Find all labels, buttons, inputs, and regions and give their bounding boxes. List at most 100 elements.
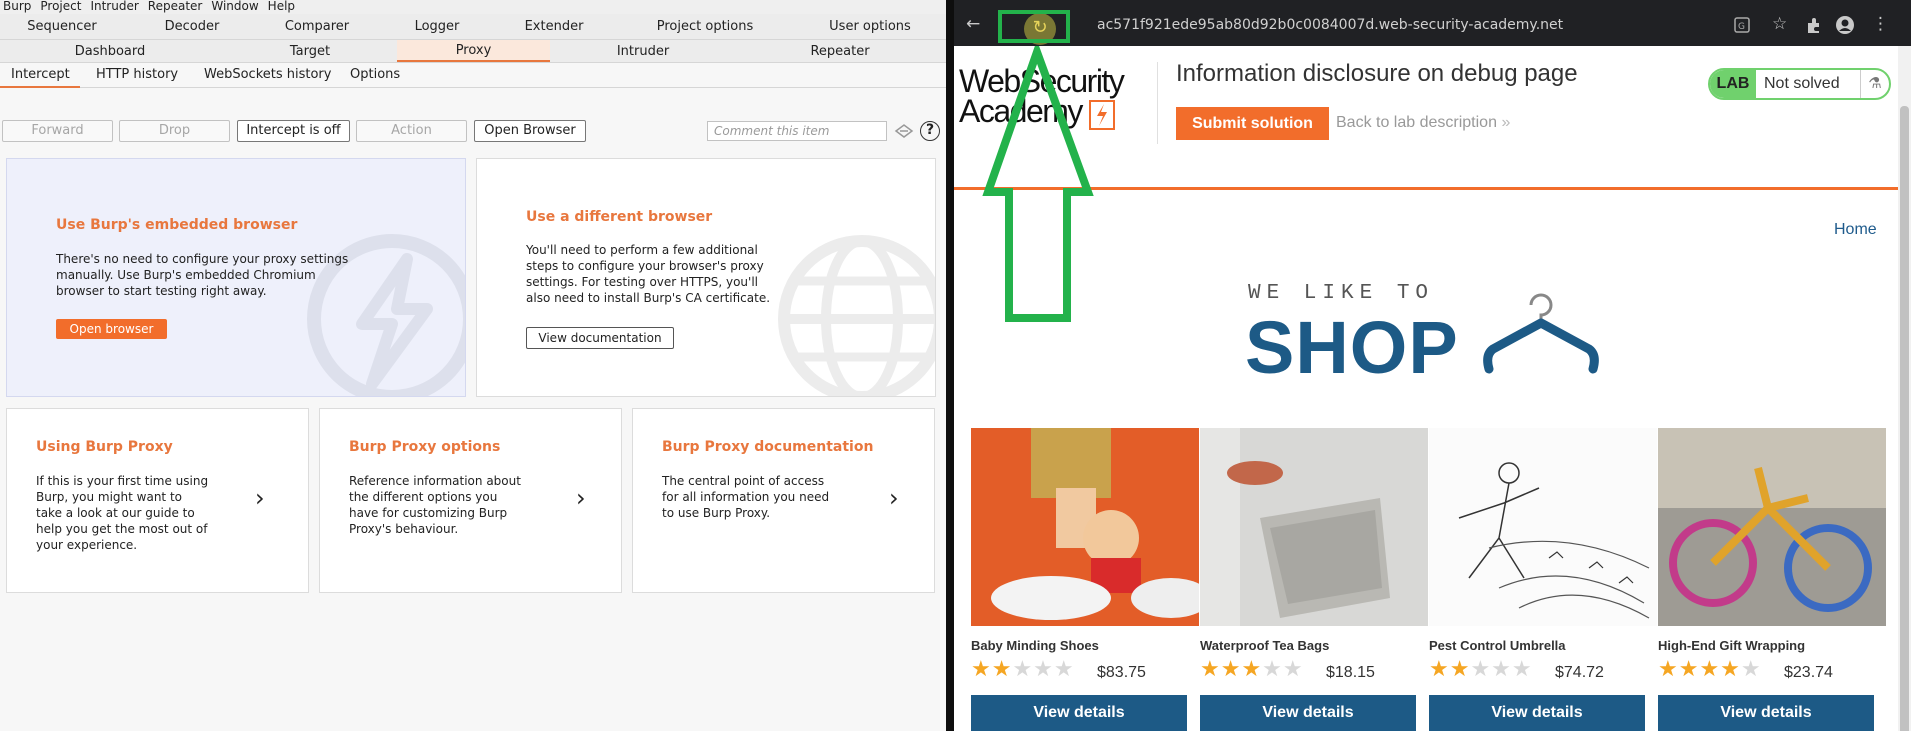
forward-button[interactable]: Forward <box>2 120 113 142</box>
product-card: Baby Minding Shoes ★★★★★ $83.75 View det… <box>971 428 1199 731</box>
highlight-icon[interactable] <box>894 123 914 139</box>
product-name: Waterproof Tea Bags <box>1200 638 1330 653</box>
tab-dashboard[interactable]: Dashboard <box>45 40 175 62</box>
profile-avatar-icon[interactable] <box>1835 15 1855 35</box>
burp-proxy-options-card[interactable]: Burp Proxy options Reference information… <box>319 408 622 593</box>
lab-status-badge: LAB Not solved ⚗ <box>1708 68 1891 100</box>
product-card: High-End Gift Wrapping ★★★★★ $23.74 View… <box>1658 428 1886 731</box>
product-name: High-End Gift Wrapping <box>1658 638 1806 653</box>
back-arrow-icon[interactable]: ← <box>966 14 980 34</box>
product-rating: ★★★★★ <box>1200 657 1304 682</box>
product-rating: ★★★★★ <box>1658 657 1762 682</box>
menu-project[interactable]: Project <box>37 0 87 14</box>
tab-intruder[interactable]: Intruder <box>578 40 708 62</box>
tab-user-options[interactable]: User options <box>805 14 935 39</box>
subtab-options[interactable]: Options <box>350 63 400 88</box>
extensions-icon[interactable] <box>1805 17 1822 34</box>
product-price: $23.74 <box>1784 664 1833 681</box>
tab-project-options[interactable]: Project options <box>640 14 770 39</box>
embedded-browser-card: Use Burp's embedded browser There's no n… <box>6 158 466 397</box>
translate-icon[interactable]: G <box>1734 17 1750 33</box>
tab-logger[interactable]: Logger <box>375 14 499 39</box>
menu-repeater[interactable]: Repeater <box>145 0 209 14</box>
lab-label: LAB <box>1710 70 1756 98</box>
view-details-button[interactable]: View details <box>971 695 1187 731</box>
kebab-menu-icon[interactable]: ⋮ <box>1872 14 1889 34</box>
proxy-sub-tabs: Intercept HTTP history WebSockets histor… <box>0 63 946 88</box>
banner-shop-text: SHOP <box>1245 306 1459 389</box>
menu-burp[interactable]: Burp <box>0 0 37 14</box>
help-icon[interactable]: ? <box>920 121 940 141</box>
tab-comparer[interactable]: Comparer <box>255 14 379 39</box>
back-to-lab-description-link[interactable]: Back to lab description » <box>1336 114 1510 132</box>
using-burp-proxy-card[interactable]: Using Burp Proxy If this is your first t… <box>6 408 309 593</box>
menu-bar: Burp Project Intruder Repeater Window He… <box>0 0 946 14</box>
comment-input[interactable]: Comment this item <box>707 121 887 141</box>
browser-toolbar: ← ac571f921ede95ab80d92b0c0084007d.web-s… <box>954 0 1911 46</box>
different-browser-text: You'll need to perform a few additional … <box>526 243 771 305</box>
back-link-label: Back to lab description <box>1336 114 1497 131</box>
view-details-button[interactable]: View details <box>1429 695 1645 731</box>
banner-tagline: WE LIKE TO <box>1248 282 1435 305</box>
menu-intruder[interactable]: Intruder <box>87 0 144 14</box>
different-browser-card: Use a different browser You'll need to p… <box>476 158 936 397</box>
tool-tabs-row-1: Sequencer Decoder Comparer Logger Extend… <box>0 14 946 40</box>
product-price: $83.75 <box>1097 664 1146 681</box>
highlight-box <box>998 10 1070 43</box>
chevron-right-icon[interactable]: › <box>576 484 586 512</box>
intercept-toolbar: Forward Drop Intercept is off Action Ope… <box>0 120 946 144</box>
product-image[interactable] <box>971 428 1199 626</box>
tab-sequencer[interactable]: Sequencer <box>0 14 124 39</box>
home-link[interactable]: Home <box>1834 221 1877 239</box>
product-rating: ★★★★★ <box>971 657 1075 682</box>
subtab-http-history[interactable]: HTTP history <box>96 63 178 88</box>
burp-proxy-documentation-card[interactable]: Burp Proxy documentation The central poi… <box>632 408 935 593</box>
burp-proxy-options-text: Reference information about the differen… <box>349 474 521 536</box>
tab-proxy[interactable]: Proxy <box>397 40 550 62</box>
product-image[interactable] <box>1429 428 1657 626</box>
tab-decoder[interactable]: Decoder <box>130 14 254 39</box>
submit-solution-button[interactable]: Submit solution <box>1176 107 1329 140</box>
open-browser-card-button[interactable]: Open browser <box>56 319 167 339</box>
menu-window[interactable]: Window <box>208 0 264 14</box>
tab-extender[interactable]: Extender <box>492 14 616 39</box>
subtab-intercept[interactable]: Intercept <box>0 63 80 88</box>
product-rating: ★★★★★ <box>1429 657 1533 682</box>
open-browser-button[interactable]: Open Browser <box>474 120 586 142</box>
burp-proxy-documentation-title: Burp Proxy documentation <box>662 439 874 455</box>
view-details-button[interactable]: View details <box>1658 695 1874 731</box>
menu-help[interactable]: Help <box>265 0 301 14</box>
drop-button[interactable]: Drop <box>119 120 230 142</box>
product-image[interactable] <box>1658 428 1886 626</box>
subtab-websockets-history[interactable]: WebSockets history <box>204 63 331 88</box>
header-divider <box>1157 62 1158 144</box>
lab-title: Information disclosure on debug page <box>1176 60 1578 87</box>
globe-watermark-icon <box>778 235 935 396</box>
chevron-right-icon[interactable]: › <box>255 484 265 512</box>
product-name: Baby Minding Shoes <box>971 638 1099 653</box>
view-documentation-button[interactable]: View documentation <box>526 327 674 349</box>
burp-proxy-options-title: Burp Proxy options <box>349 439 501 455</box>
product-image[interactable] <box>1200 428 1428 626</box>
intercept-toggle-button[interactable]: Intercept is off <box>237 120 350 142</box>
lab-status-text: Not solved <box>1764 75 1840 92</box>
view-details-button[interactable]: View details <box>1200 695 1416 731</box>
address-bar[interactable]: ac571f921ede95ab80d92b0c0084007d.web-sec… <box>1097 17 1563 33</box>
burp-window: Burp Project Intruder Repeater Window He… <box>0 0 946 731</box>
scroll-thumb[interactable] <box>1900 106 1909 731</box>
annotation-arrow-icon <box>982 46 1094 322</box>
different-browser-title: Use a different browser <box>526 209 713 225</box>
chevron-right-icon[interactable]: › <box>889 484 899 512</box>
using-burp-proxy-text: If this is your first time using Burp, y… <box>36 474 209 552</box>
bookmark-star-icon[interactable]: ☆ <box>1772 14 1787 34</box>
tab-target[interactable]: Target <box>245 40 375 62</box>
product-card: Waterproof Tea Bags ★★★★★ $18.15 View de… <box>1200 428 1428 731</box>
product-card: Pest Control Umbrella ★★★★★ $74.72 View … <box>1429 428 1657 731</box>
embedded-browser-text: There's no need to configure your proxy … <box>56 252 349 298</box>
page-scrollbar[interactable] <box>1898 46 1911 731</box>
burp-proxy-documentation-text: The central point of access for all info… <box>662 474 830 520</box>
action-button[interactable]: Action <box>356 120 467 142</box>
tool-tabs-row-2: Dashboard Target Proxy Intruder Repeater <box>0 40 946 63</box>
tab-repeater[interactable]: Repeater <box>775 40 905 62</box>
flask-icon: ⚗ <box>1860 70 1889 98</box>
